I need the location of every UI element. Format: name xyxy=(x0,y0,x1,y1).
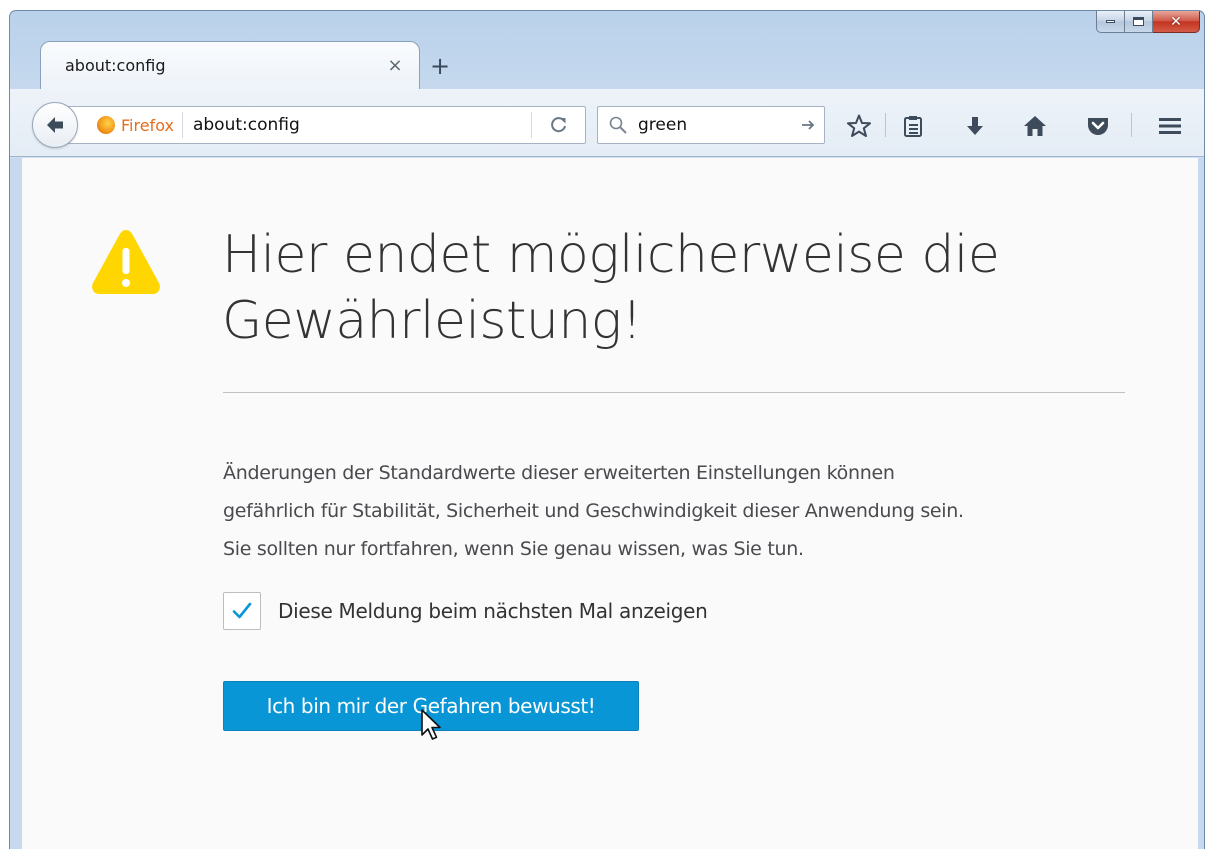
close-window-button[interactable]: ✕ xyxy=(1153,11,1200,33)
search-bar[interactable]: green xyxy=(597,106,825,144)
url-bar[interactable]: Firefox about:config xyxy=(62,106,586,144)
firefox-logo-icon xyxy=(97,116,115,134)
pocket-button[interactable] xyxy=(1083,111,1113,141)
url-input[interactable]: about:config xyxy=(183,115,531,135)
show-warning-option: Diese Meldung beim nächsten Mal anzeigen xyxy=(223,592,708,630)
warning-triangle-icon xyxy=(92,230,160,294)
message-line: gefährlich für Stabilität, Sicherheit un… xyxy=(223,500,964,522)
identity-box[interactable]: Firefox xyxy=(63,112,183,138)
new-tab-button[interactable]: + xyxy=(428,54,452,79)
magnifier-icon xyxy=(609,116,627,134)
reload-button[interactable] xyxy=(531,112,585,138)
menu-button[interactable] xyxy=(1155,111,1185,141)
back-button[interactable] xyxy=(32,102,78,148)
toolbar-separator xyxy=(885,113,886,137)
download-arrow-icon xyxy=(967,117,983,135)
page-title: Hier endet möglicherweise die Gewährleis… xyxy=(222,225,1000,351)
clipboard-list-icon xyxy=(904,116,922,137)
maximize-button[interactable] xyxy=(1125,11,1153,33)
pocket-icon xyxy=(1088,118,1108,135)
maximize-icon xyxy=(1133,17,1144,26)
tab-about-config[interactable]: about:config × xyxy=(40,41,420,89)
bookmarks-menu-button[interactable] xyxy=(898,111,928,141)
bookmark-star-button[interactable] xyxy=(844,111,874,141)
star-icon xyxy=(847,114,871,137)
checkmark-icon xyxy=(232,602,252,619)
minimize-icon xyxy=(1106,20,1115,23)
search-input[interactable]: green xyxy=(628,115,800,135)
page-content: Hier endet möglicherweise die Gewährleis… xyxy=(10,158,1204,849)
window-caption-buttons: ✕ xyxy=(1096,11,1200,33)
reload-icon xyxy=(550,117,566,133)
close-icon: ✕ xyxy=(1170,13,1182,30)
nav-toolbar: Firefox about:config green xyxy=(10,89,1204,157)
downloads-button[interactable] xyxy=(960,111,990,141)
back-arrow-icon xyxy=(47,117,63,133)
toolbar-separator xyxy=(1131,113,1132,137)
title-divider xyxy=(223,392,1125,393)
tab-title: about:config xyxy=(65,56,166,75)
show-warning-label[interactable]: Diese Meldung beim nächsten Mal anzeigen xyxy=(278,599,708,623)
mouse-cursor-icon xyxy=(421,709,441,740)
tab-close-icon[interactable]: × xyxy=(385,55,405,76)
arrow-right-icon[interactable] xyxy=(800,117,816,133)
warning-message: Änderungen der Standardwerte dieser erwe… xyxy=(223,454,1143,568)
home-icon xyxy=(1024,116,1046,136)
hamburger-icon xyxy=(1159,118,1181,134)
browser-window: ✕ about:config × + Firefox about:config xyxy=(9,10,1205,849)
message-line: Sie sollten nur fortfahren, wenn Sie gen… xyxy=(223,538,804,560)
identity-label: Firefox xyxy=(121,115,174,135)
home-button[interactable] xyxy=(1020,111,1050,141)
message-line: Änderungen der Standardwerte dieser erwe… xyxy=(223,462,895,484)
show-warning-checkbox[interactable] xyxy=(223,592,261,630)
minimize-button[interactable] xyxy=(1096,11,1125,33)
